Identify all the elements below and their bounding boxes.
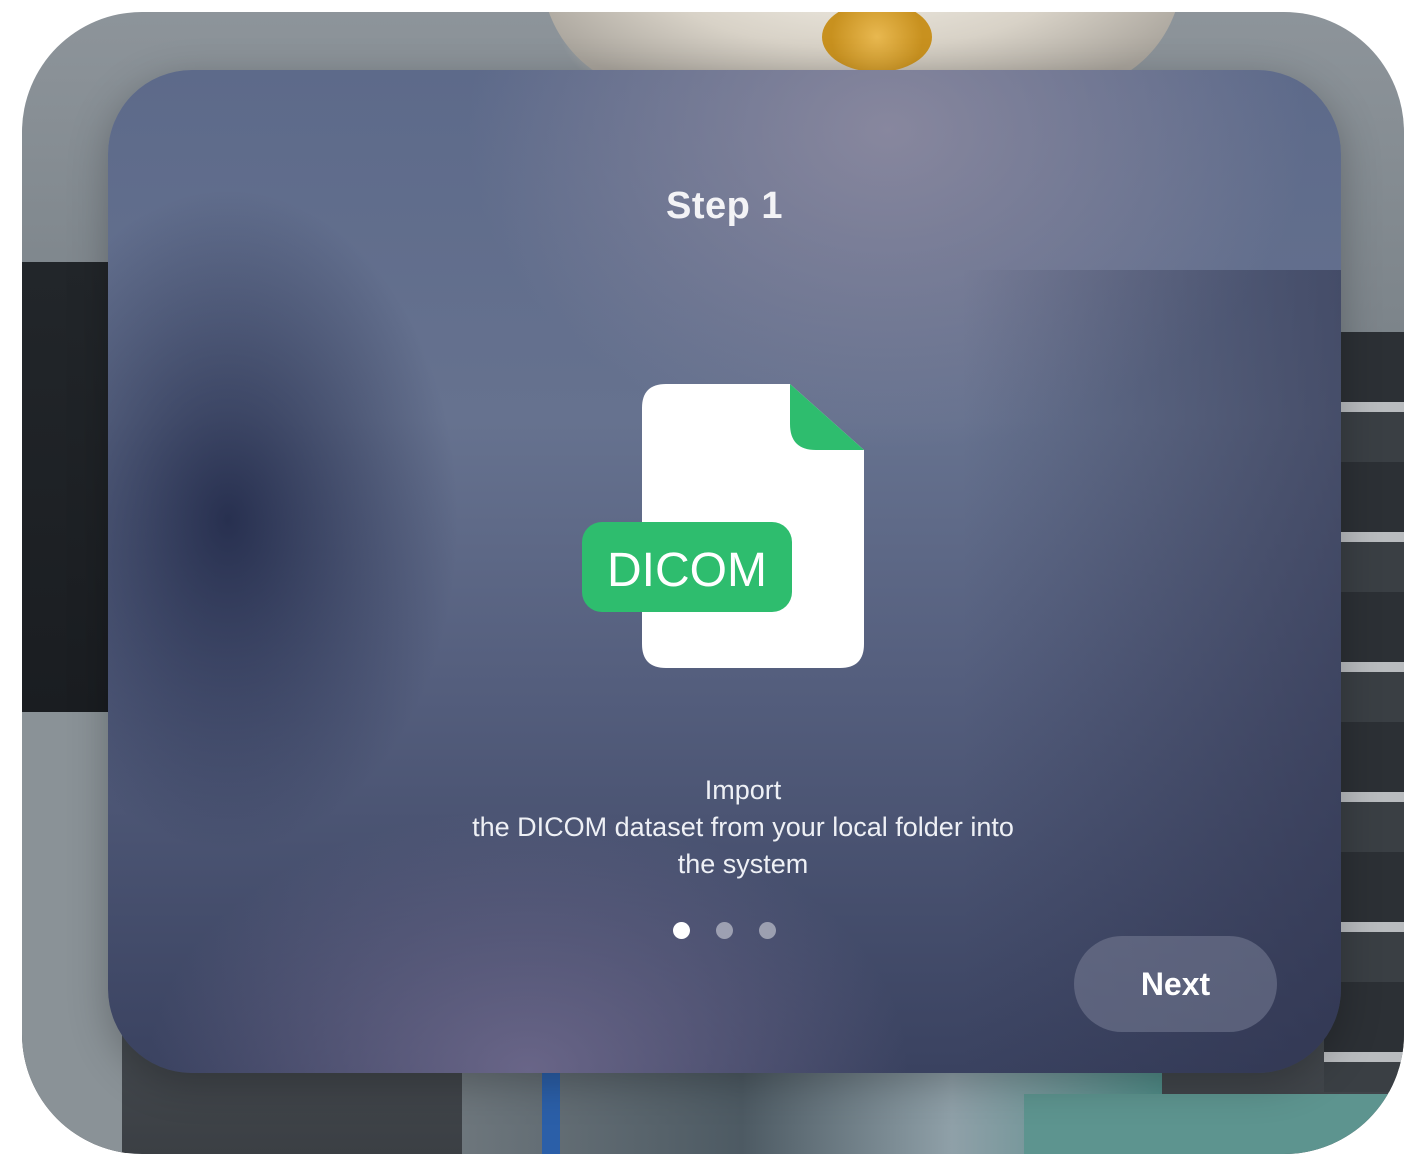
dicom-file-icon: DICOM — [582, 384, 872, 674]
onboarding-panel: Step 1 DICOM Import the DICOM dataset fr… — [108, 70, 1341, 1073]
page-dot-3[interactable] — [759, 922, 776, 939]
background-tube — [542, 1064, 560, 1154]
description-line: Import — [704, 775, 782, 805]
description-line: the system — [677, 849, 809, 879]
surgical-drape — [1024, 1094, 1404, 1154]
file-corner-fold — [790, 384, 864, 450]
background-cabinet — [22, 262, 122, 712]
dicom-badge-label: DICOM — [607, 544, 767, 597]
step-title: Step 1 — [665, 185, 784, 227]
page-dot-1[interactable] — [673, 922, 690, 939]
page-dot-2[interactable] — [716, 922, 733, 939]
description-line: the DICOM dataset from your local folder… — [472, 812, 1014, 842]
next-button[interactable]: Next — [1074, 936, 1277, 1032]
background-wall — [22, 712, 122, 1152]
step-description: Import the DICOM dataset from your local… — [358, 772, 1128, 883]
